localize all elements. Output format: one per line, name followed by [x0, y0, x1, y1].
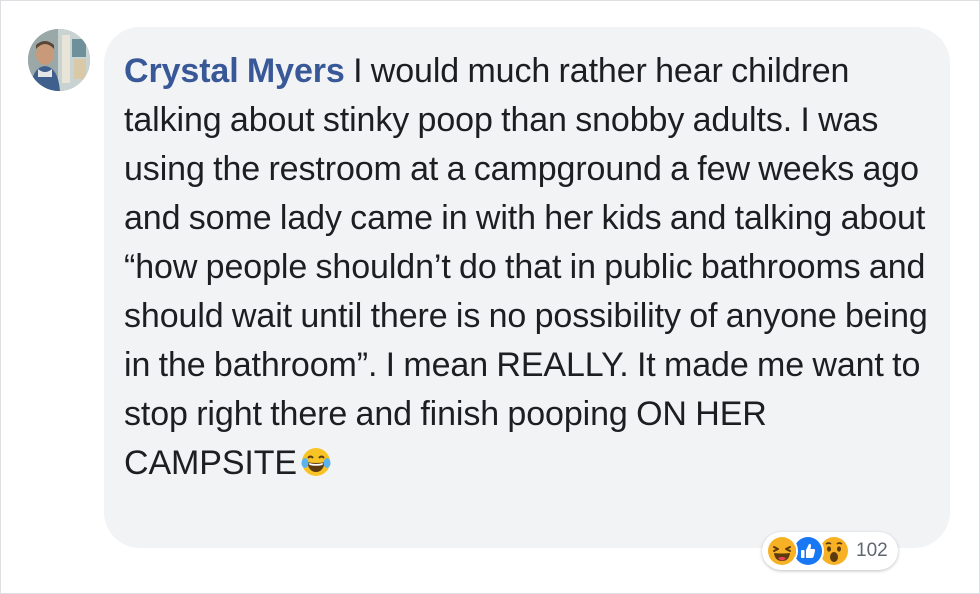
avatar[interactable]	[28, 29, 90, 91]
comment-author-link[interactable]: Crystal Myers	[124, 52, 345, 90]
avatar-photo	[28, 29, 90, 91]
comment-text: I would much rather hear children talkin…	[124, 52, 928, 482]
reactions-summary[interactable]: 102	[762, 532, 898, 570]
reaction-count: 102	[856, 540, 888, 561]
haha-reaction-icon	[766, 535, 798, 567]
comment-bubble: Crystal Myers I would much rather hear c…	[104, 27, 950, 548]
comment-body: Crystal Myers I would much rather hear c…	[124, 47, 930, 488]
laughing-tears-emoji-icon	[301, 442, 331, 476]
